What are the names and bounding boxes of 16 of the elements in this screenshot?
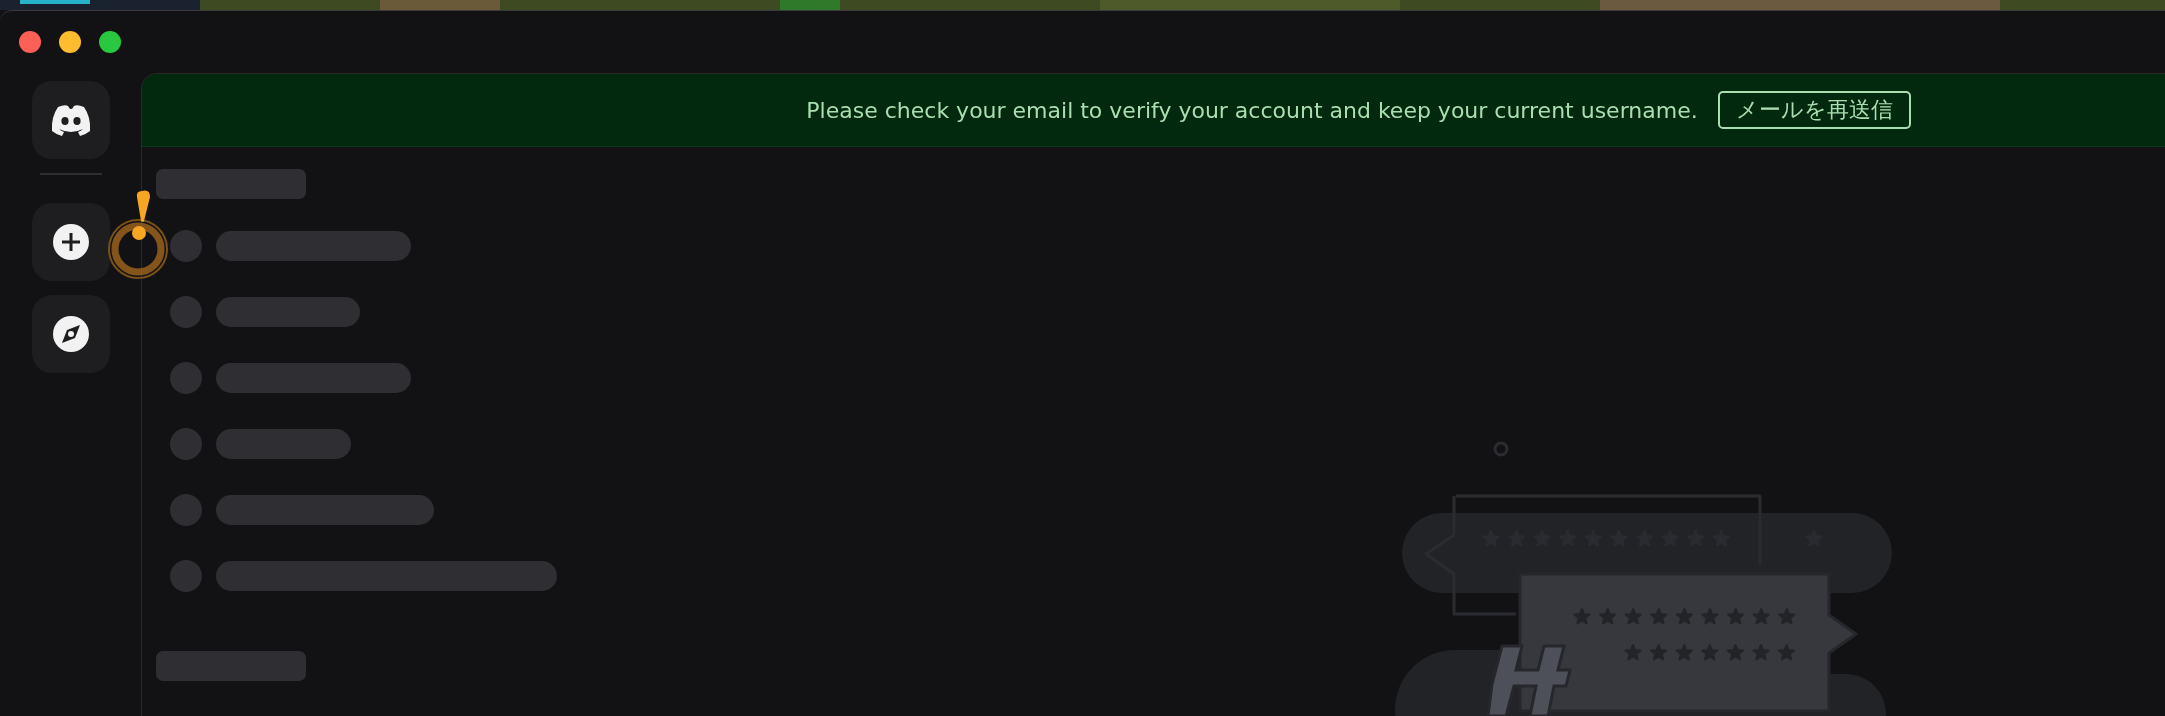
notice-text: Please check your email to verify your account and keep your current username. bbox=[806, 96, 1698, 125]
home-button[interactable] bbox=[31, 81, 110, 159]
close-button[interactable] bbox=[19, 31, 41, 53]
placeholder-circle bbox=[170, 428, 202, 460]
resend-email-button[interactable]: メールを再送信 bbox=[1717, 90, 1911, 130]
zoom-button[interactable] bbox=[99, 31, 121, 53]
placeholder-circle bbox=[170, 560, 202, 592]
placeholder-circle bbox=[170, 230, 202, 262]
explore-button[interactable] bbox=[31, 295, 110, 373]
placeholder-circle bbox=[170, 296, 202, 328]
compass-icon bbox=[52, 316, 89, 352]
placeholder-circle bbox=[170, 494, 202, 526]
plus-icon bbox=[52, 224, 89, 260]
add-server-button[interactable] bbox=[31, 203, 110, 281]
minimize-button[interactable] bbox=[59, 31, 81, 53]
placeholder-circle bbox=[170, 362, 202, 394]
